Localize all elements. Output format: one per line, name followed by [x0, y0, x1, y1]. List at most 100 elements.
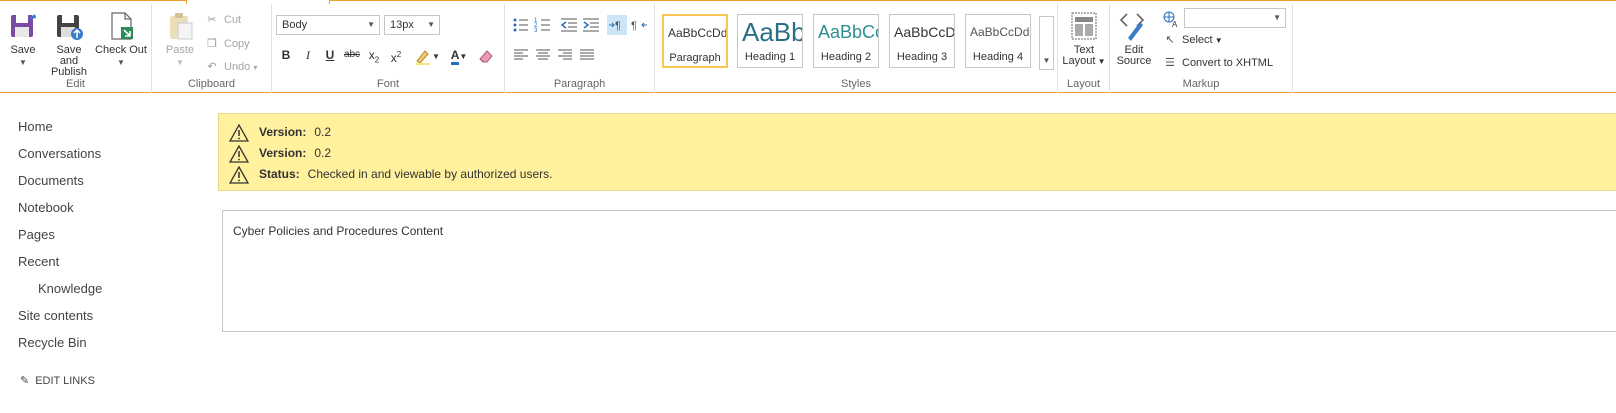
strikethrough-glyph: abc: [343, 49, 361, 60]
style-heading-3[interactable]: AaBbCcDc Heading 3: [889, 14, 955, 68]
edit-links-label: EDIT LINKS: [35, 375, 95, 387]
superscript-button[interactable]: x2: [386, 45, 406, 65]
font-color-button[interactable]: A▼: [444, 45, 474, 65]
chevron-down-icon: ▼: [19, 58, 27, 67]
font-size-value: 13px: [390, 19, 414, 31]
clipboard-group-label: Clipboard: [187, 78, 236, 90]
font-family-dropdown[interactable]: Body ▼: [276, 15, 380, 35]
right-to-left-button[interactable]: ¶: [629, 15, 649, 35]
save-publish-label-1: Save and: [56, 44, 82, 67]
pencil-icon: ✎: [20, 375, 30, 387]
font-family-value: Body: [282, 19, 308, 31]
nav-item-site-contents[interactable]: Site contents: [18, 306, 93, 326]
nav-item-knowledge[interactable]: Knowledge: [38, 279, 102, 299]
copy-label: Copy: [224, 38, 250, 50]
status-label: Version:: [259, 125, 307, 139]
align-right-icon: [558, 49, 572, 60]
ribbon-group-paragraph: 123 ¶ ¶ Paragraph: [505, 4, 655, 93]
select-label: Select: [1182, 34, 1213, 46]
convert-to-xhtml-button[interactable]: ☰ Convert to XHTML: [1162, 54, 1273, 72]
check-out-icon: [111, 12, 133, 40]
content-editor[interactable]: Cyber Policies and Procedures Content: [222, 210, 1616, 332]
decrease-indent-button[interactable]: [559, 15, 579, 35]
status-value: Checked in and viewable by authorized us…: [307, 167, 553, 181]
numbered-list-button[interactable]: 123: [533, 15, 553, 35]
italic-glyph: I: [306, 48, 310, 62]
select-button[interactable]: ↖ Select ▼: [1162, 31, 1223, 49]
ribbon: Save ▼ Save and Publish Check Out ▼ Edit…: [0, 4, 1616, 93]
style-heading-2[interactable]: AaBbCc Heading 2: [813, 14, 879, 68]
eraser-icon: [479, 50, 493, 63]
svg-text:¶: ¶: [615, 20, 621, 32]
edit-source-button[interactable]: Edit Source: [1114, 10, 1154, 67]
style-name: Heading 4: [972, 51, 1024, 63]
language-icon[interactable]: A: [1162, 10, 1180, 29]
chevron-down-icon: ▾: [253, 63, 258, 72]
italic-button[interactable]: I: [298, 45, 318, 65]
edit-links-button[interactable]: ✎ EDIT LINKS: [20, 374, 95, 387]
ribbon-group-clipboard: Paste ▼ ✂ Cut ❐ Copy ↶ Undo ▾ Clipboard: [152, 4, 272, 93]
save-publish-label-2: Publish: [50, 66, 88, 78]
undo-icon: ↶: [207, 61, 217, 73]
language-dropdown[interactable]: ▼: [1184, 8, 1286, 28]
nav-item-recent[interactable]: Recent: [18, 252, 59, 272]
cut-button[interactable]: ✂ Cut: [204, 11, 241, 29]
status-value: 0.2: [314, 125, 332, 139]
bullet-list-button[interactable]: [511, 15, 531, 35]
chevron-down-icon: ▼: [176, 58, 184, 67]
style-name: Paragraph: [669, 52, 721, 64]
style-preview: AaBbCc: [818, 22, 878, 42]
save-publish-icon: [57, 15, 83, 40]
increase-indent-button[interactable]: [581, 15, 601, 35]
decrease-indent-icon: [560, 18, 577, 32]
align-right-button[interactable]: [555, 45, 575, 65]
ribbon-group-layout: Text Layout ▼ Layout: [1058, 4, 1110, 93]
undo-label: Undo: [224, 61, 251, 73]
style-heading-1[interactable]: AaBb Heading 1: [737, 14, 803, 68]
bold-glyph: B: [281, 48, 291, 62]
nav-item-notebook[interactable]: Notebook: [18, 198, 74, 218]
text-layout-button[interactable]: Text Layout ▼: [1060, 10, 1108, 67]
nav-item-pages[interactable]: Pages: [18, 225, 55, 245]
font-size-dropdown[interactable]: 13px ▼: [384, 15, 440, 35]
subscript-button[interactable]: x2: [364, 45, 384, 65]
paste-button[interactable]: Paste ▼: [160, 10, 200, 68]
nav-item-recycle-bin[interactable]: Recycle Bin: [18, 333, 87, 353]
copy-button[interactable]: ❐ Copy: [204, 35, 250, 53]
style-paragraph[interactable]: AaBbCcDdE Paragraph: [662, 14, 728, 68]
style-heading-4[interactable]: AaBbCcDdE Heading 4: [965, 14, 1031, 68]
style-name: Heading 1: [744, 51, 796, 63]
strikethrough-button[interactable]: abc: [342, 45, 362, 65]
left-to-right-button[interactable]: ¶: [607, 15, 627, 35]
chevron-down-icon: ▼: [432, 52, 440, 61]
styles-group-label: Styles: [841, 78, 871, 90]
save-and-publish-button[interactable]: Save and Publish: [46, 10, 92, 78]
layout-group-label: Layout: [1066, 78, 1101, 90]
markup-group-label: Markup: [1182, 78, 1220, 90]
highlight-color-button[interactable]: ▼: [412, 45, 442, 65]
paste-label: Paste: [165, 44, 195, 56]
status-row-version: Version: 0.2: [229, 122, 331, 142]
right-to-left-icon: ¶: [631, 20, 647, 32]
nav-item-documents[interactable]: Documents: [18, 171, 84, 191]
nav-item-conversations[interactable]: Conversations: [18, 144, 101, 164]
bold-button[interactable]: B: [276, 45, 296, 65]
undo-button[interactable]: ↶ Undo ▾: [204, 58, 257, 76]
save-button[interactable]: Save ▼: [4, 10, 42, 68]
nav-item-home[interactable]: Home: [18, 117, 53, 137]
check-out-button[interactable]: Check Out ▼: [94, 10, 148, 68]
justify-button[interactable]: [577, 45, 597, 65]
ribbon-group-styles: AaBbCcDdE Paragraph AaBb Heading 1 AaBbC…: [655, 4, 1058, 93]
align-center-button[interactable]: [533, 45, 553, 65]
align-left-button[interactable]: [511, 45, 531, 65]
underline-button[interactable]: U: [320, 45, 340, 65]
warning-icon: [229, 144, 249, 163]
clear-format-button[interactable]: [476, 45, 496, 65]
ribbon-group-edit: Save ▼ Save and Publish Check Out ▼ Edit: [0, 4, 152, 93]
chevron-down-icon: ▼: [1212, 36, 1223, 45]
content-text[interactable]: Cyber Policies and Procedures Content: [233, 224, 443, 238]
chevron-down-icon: ▼: [1273, 13, 1281, 22]
styles-more-button[interactable]: ▼: [1039, 16, 1054, 70]
ribbon-group-markup: Edit Source A ▼ ↖ Select ▼ ☰ Convert to XH…: [1110, 4, 1293, 93]
status-label: Status:: [259, 167, 300, 181]
